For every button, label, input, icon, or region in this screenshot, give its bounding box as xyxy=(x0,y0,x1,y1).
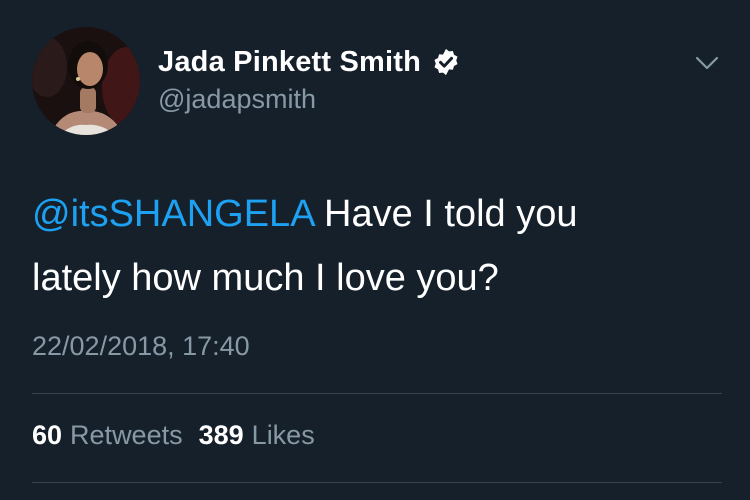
mention-link[interactable]: @itsSHANGELA xyxy=(32,193,313,235)
tweet-text: @itsSHANGELA Have I told you lately how … xyxy=(32,182,722,310)
tweet-timestamp[interactable]: 22/02/2018, 17:40 xyxy=(32,331,250,362)
divider xyxy=(32,393,722,394)
tweet-stats: 60 Retweets 389 Likes xyxy=(32,420,315,451)
divider xyxy=(32,482,722,483)
tweet-text-line2: lately how much I love you? xyxy=(32,257,499,299)
likes-label[interactable]: Likes xyxy=(252,420,315,451)
avatar[interactable] xyxy=(32,27,140,135)
author-name-row[interactable]: Jada Pinkett Smith xyxy=(158,42,461,82)
verified-badge-icon xyxy=(431,47,461,77)
retweets-label[interactable]: Retweets xyxy=(70,420,183,451)
tweet-card: Jada Pinkett Smith @jadapsmith @itsSHANG… xyxy=(0,0,750,500)
likes-count[interactable]: 389 xyxy=(199,420,244,451)
chevron-down-icon[interactable] xyxy=(692,52,722,74)
display-name[interactable]: Jada Pinkett Smith xyxy=(158,46,421,79)
author-handle[interactable]: @jadapsmith xyxy=(158,84,316,115)
retweets-count[interactable]: 60 xyxy=(32,420,62,451)
avatar-photo-icon xyxy=(32,27,140,135)
tweet-text-line1: Have I told you xyxy=(313,193,578,235)
